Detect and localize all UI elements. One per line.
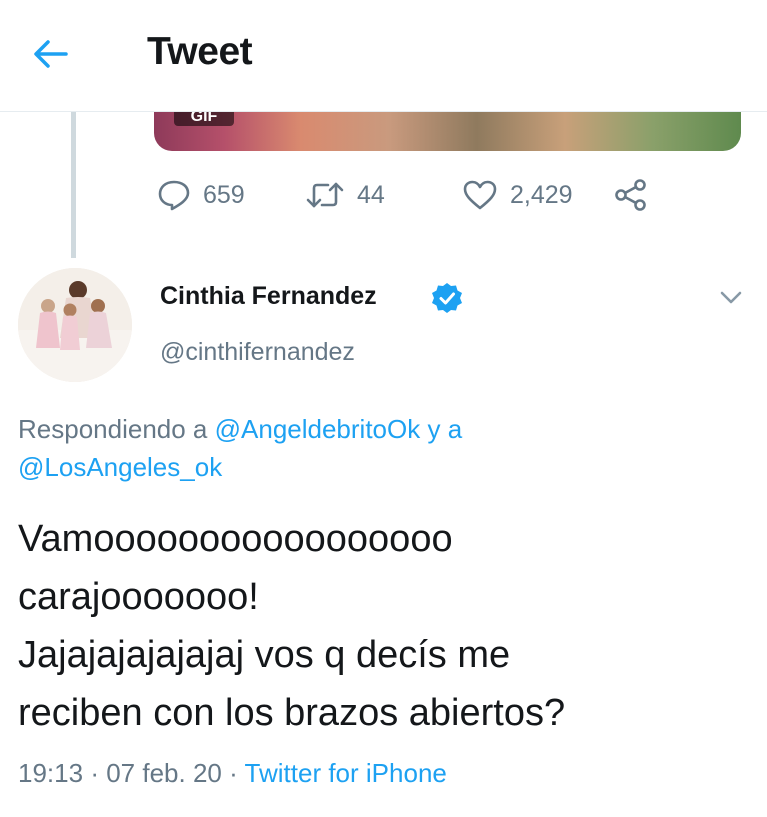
heart-icon [463, 180, 497, 210]
page-title: Tweet [147, 30, 253, 73]
reply-count: 659 [203, 180, 245, 209]
tweet-source-link[interactable]: Twitter for iPhone [245, 758, 447, 788]
like-count: 2,429 [510, 180, 573, 209]
chevron-down-icon[interactable] [716, 283, 746, 311]
reply-icon [158, 180, 190, 211]
mention-link-losangeles[interactable]: @LosAngeles_ok [18, 452, 222, 482]
verified-badge-icon [432, 283, 462, 313]
retweet-count: 44 [357, 180, 385, 209]
author-name[interactable]: Cinthia Fernandez [160, 282, 377, 311]
tweet-time: 19:13 [18, 758, 84, 788]
author-handle[interactable]: @cinthifernandez [160, 338, 355, 367]
back-arrow-icon [34, 40, 68, 68]
share-button[interactable] [613, 170, 649, 220]
meta-separator: · [229, 758, 238, 788]
share-icon [615, 179, 646, 211]
mention-link-angeldebrito[interactable]: @AngeldebritoOk [215, 414, 421, 444]
back-button[interactable] [28, 32, 72, 76]
avatar-photo [18, 268, 132, 382]
reply-button[interactable]: 659 [157, 170, 245, 220]
gif-badge: GIF [174, 112, 234, 126]
retweet-button[interactable]: 44 [305, 170, 385, 220]
tweet-body: Vamooooooooooooooooo carajooooooo! Jajaj… [18, 518, 566, 734]
reply-joiner: y a [427, 414, 463, 444]
tweet-meta: 19:13 · 07 feb. 20 · Twitter for iPhone [18, 758, 447, 789]
gif-media-preview[interactable]: GIF [154, 112, 741, 151]
avatar[interactable] [18, 268, 132, 382]
reply-prefix: Respondiendo a [18, 414, 208, 444]
like-button[interactable]: 2,429 [462, 170, 573, 220]
tweet-date: 07 feb. 20 [106, 758, 222, 788]
thread-connector-line [71, 112, 76, 258]
replying-to-line: Respondiendo a @AngeldebritoOk y a @LosA… [18, 410, 738, 486]
retweet-icon [306, 182, 344, 208]
tweet-actions-bar: 659 44 2,429 [157, 170, 657, 220]
top-bar: Tweet [0, 0, 767, 112]
meta-separator: · [90, 758, 99, 788]
